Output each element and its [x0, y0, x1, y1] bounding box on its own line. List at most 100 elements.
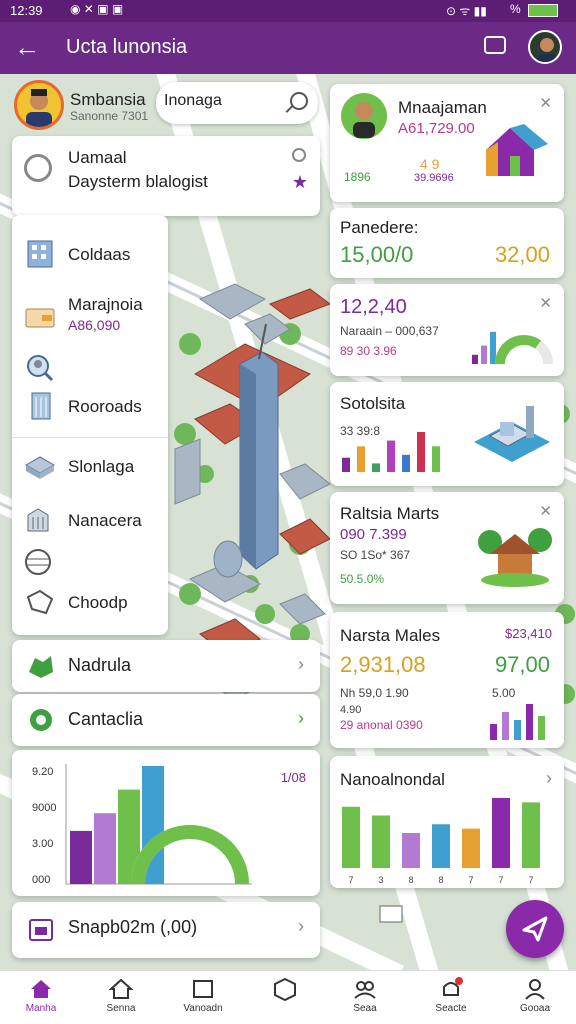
tab-home[interactable]: Manha [0, 975, 82, 1023]
chart-bar [514, 720, 521, 740]
chart-bar [472, 354, 478, 364]
factory-illustration-icon [474, 406, 550, 462]
card-line: 89 30 3.96 [340, 344, 397, 358]
signal-icon: ⊙ ᯤ ▮▮ [446, 4, 487, 18]
chart-bar [526, 704, 533, 740]
info-card-sotolsita[interactable]: Sotolsita 33 39:8 [330, 382, 564, 486]
list-item-label: Marajnoia [68, 295, 143, 314]
x-tick-label: 7 [498, 875, 503, 885]
list-item-label: Choodp [68, 593, 128, 612]
menu-card[interactable]: Uamaal Daysterm blalogist ★ [12, 136, 320, 216]
menu-subtitle: Daysterm blalogist [68, 172, 208, 191]
list-item-label: Slonlaga [68, 457, 135, 476]
chart-bar [387, 440, 395, 472]
card-title: Mnaajaman [398, 98, 487, 117]
tab-seaa[interactable]: Seaa [324, 975, 406, 1023]
search-box[interactable]: Inonaga [156, 82, 318, 124]
tab-label: Seaa [353, 1003, 377, 1014]
chart-bar [432, 446, 440, 472]
clock-icon[interactable] [292, 148, 306, 162]
card-line: 29 anonal 0390 [340, 718, 423, 732]
chart-bar [342, 806, 360, 868]
nav-row-cantaclia[interactable]: Cantaclia › [12, 694, 320, 746]
list-item-label: Nanacera [68, 511, 142, 530]
chart-bar [402, 833, 420, 868]
person-icon [525, 979, 545, 1000]
info-card-narsta[interactable]: Narsta Males $23,410 2,931,08 97,00 Nh 5… [330, 612, 564, 748]
tab-cube[interactable] [244, 975, 326, 1023]
chart-bar [417, 432, 425, 472]
chevron-right-icon[interactable]: › [546, 768, 552, 789]
left-chart-svg [65, 764, 252, 885]
category-list: Coldaas Marajnoia A86,090 Rooroads Slonl… [12, 215, 168, 635]
card-title: Narsta Males [340, 626, 441, 645]
list-item[interactable]: Rooroads [12, 377, 168, 437]
x-tick-label: 7 [348, 875, 353, 885]
profile-name: Smbansia [70, 90, 146, 109]
card-title: Sotolsita [340, 394, 406, 413]
chart-bar [372, 815, 390, 868]
tab-senna[interactable]: Senna [80, 975, 162, 1023]
list-item[interactable]: Choodp [12, 573, 168, 633]
star-icon[interactable]: ★ [292, 172, 308, 193]
tab-label: Gooaa [519, 1003, 551, 1014]
card-line: Naraain – 000,637 [340, 324, 439, 338]
navigate-fab-button[interactable] [506, 900, 564, 958]
card-line: Nh 59,0 1.90 [340, 686, 409, 700]
info-card-metric[interactable]: 12,2,40 Naraain – 000,637 89 30 3.96 ✕ [330, 284, 564, 376]
profile-avatar[interactable] [14, 80, 64, 130]
notification-icon: ◉ ✕ ▣ ▣ [70, 2, 124, 16]
gauge-arc [495, 335, 542, 365]
list-item[interactable]: Slonlaga [12, 437, 168, 497]
info-card-panedere[interactable]: Panedere: 15,00/0 32,00 [330, 208, 564, 278]
map-icon [29, 656, 53, 678]
search-input[interactable]: Inonaga [164, 92, 222, 110]
info-card-raltsia[interactable]: Raltsia Marts 090 7.399 SO 1So* 367 50.5… [330, 492, 564, 604]
factory-icon [27, 508, 49, 532]
row-label: Snapb02m (,00) [68, 917, 198, 937]
row-label: Nadrula [68, 655, 132, 675]
card-value: 97,00 [494, 652, 550, 677]
info-card-nanoalnondal[interactable]: Nanoalnondal › 7 3 8 8 7 7 7 [330, 756, 564, 888]
nav-row-nadrula[interactable]: Nadrula › [12, 640, 320, 692]
back-arrow-icon[interactable]: ← [14, 32, 40, 62]
tab-label: Seacte [435, 1003, 467, 1014]
nav-row-snapshot[interactable]: Snapb02m (,00) › [12, 902, 320, 958]
menu-title: Uamaal [68, 148, 127, 167]
x-tick-label: 8 [438, 875, 443, 885]
x-tick-label: 7 [528, 875, 533, 885]
status-bar: 12:39 ◉ ✕ ▣ ▣ ⊙ ᯤ ▮▮ % [0, 0, 576, 22]
profile-subtitle: Sanonne 7301 [70, 109, 149, 123]
chart-bar [522, 802, 540, 868]
chart-bar [70, 830, 92, 884]
card-line: 4.90 [340, 704, 362, 716]
list-item[interactable]: Marajnoia A86,090 [12, 287, 168, 347]
x-tick-label: 7 [468, 875, 473, 885]
group-icon [354, 981, 376, 999]
card-title: Panedere: [340, 218, 419, 237]
card-value: 32,00 [494, 242, 550, 267]
pagoda-illustration-icon [478, 528, 552, 587]
leaf-icon [30, 709, 52, 731]
chart-bar [402, 454, 410, 472]
tab-gooaa[interactable]: Gooaa [494, 975, 576, 1023]
info-card-mnaajaman[interactable]: Mnaajaman A61,729.00 ✕ 1896 4 9 39.9696 [330, 84, 564, 202]
card-value: A61,729.00 [398, 120, 475, 137]
close-icon[interactable]: ✕ [539, 294, 552, 312]
card-mini-chart [490, 704, 545, 740]
close-icon[interactable]: ✕ [539, 94, 552, 112]
home-icon [31, 980, 51, 998]
chart-bar [481, 345, 487, 364]
x-tick-label: 3 [378, 875, 383, 885]
card-line: 50.5.0% [340, 572, 385, 586]
list-item[interactable]: Coldaas [12, 225, 168, 285]
chevron-right-icon: › [298, 654, 304, 674]
tab-seacte[interactable]: Seacte [410, 975, 492, 1023]
bell-icon [443, 977, 463, 996]
card-stat: 4 9 [420, 156, 440, 172]
user-avatar[interactable] [528, 30, 562, 64]
box-icon [193, 980, 213, 998]
camera-icon[interactable] [484, 36, 506, 54]
tab-vanoadn[interactable]: Vanoadn [162, 975, 244, 1023]
search-icon[interactable] [290, 92, 308, 110]
